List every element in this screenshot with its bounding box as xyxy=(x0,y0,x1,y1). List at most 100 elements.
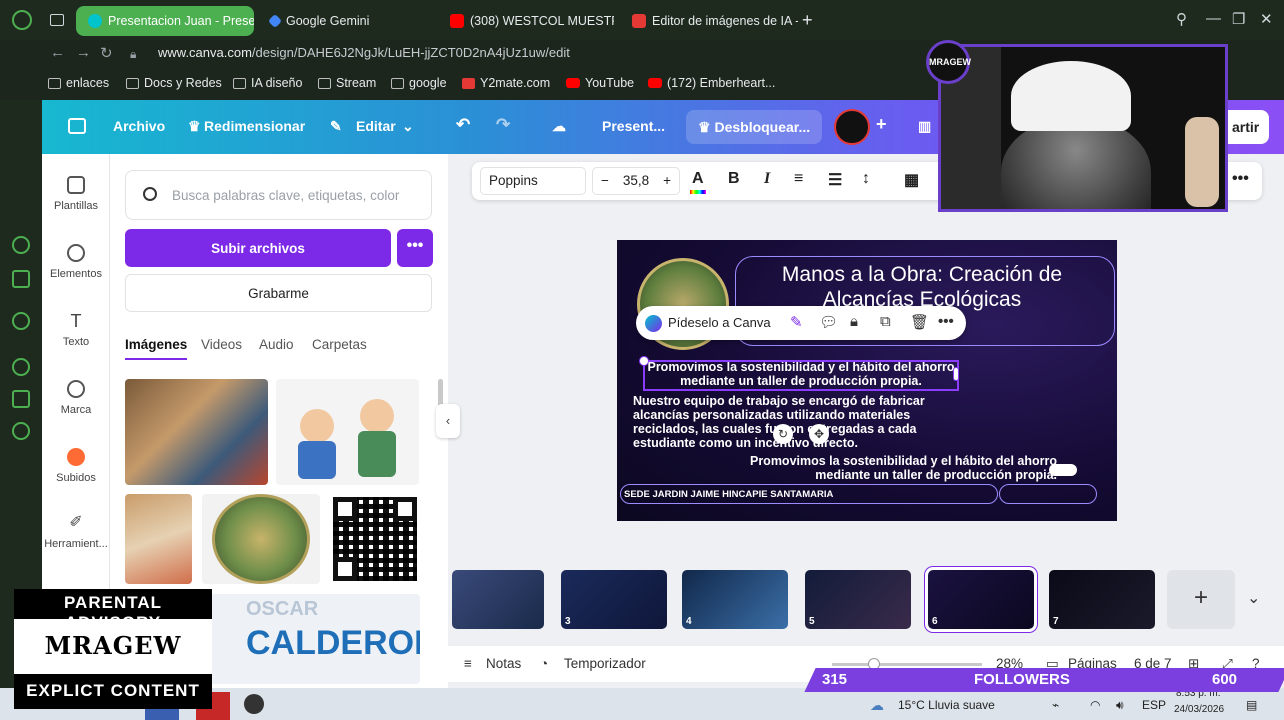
page-thumbnail-5[interactable]: 5 xyxy=(805,570,911,629)
rail-elements[interactable]: Elementos xyxy=(42,244,110,280)
bookmark-ia-diseno[interactable]: IA diseño xyxy=(233,76,302,90)
rail-text[interactable]: T Texto xyxy=(42,312,110,348)
team-avatar[interactable] xyxy=(834,109,870,145)
font-size-increase[interactable]: + xyxy=(663,173,671,188)
wifi-icon[interactable]: ◠ xyxy=(1090,698,1100,712)
present-button[interactable]: Present... xyxy=(602,118,665,134)
add-collaborator-button[interactable]: + xyxy=(876,114,887,135)
move-handle[interactable]: ✥ xyxy=(809,424,829,444)
more-button[interactable]: ••• xyxy=(938,313,954,330)
resize-button[interactable]: Redimensionar xyxy=(204,118,305,134)
page-thumbnail[interactable] xyxy=(452,570,544,629)
notes-button[interactable]: Notas xyxy=(486,656,521,671)
more-options-button[interactable]: ••• xyxy=(1232,170,1249,188)
bookmark-youtube[interactable]: YouTube xyxy=(566,76,634,90)
text-color-button[interactable]: A xyxy=(692,170,704,188)
spacing-icon[interactable]: ↕ xyxy=(862,170,870,188)
font-size-decrease[interactable]: − xyxy=(601,173,609,188)
network-icon[interactable]: ⌁ xyxy=(1052,698,1059,712)
lock-icon[interactable]: 🔒︎ xyxy=(850,313,858,330)
zoom-slider[interactable] xyxy=(832,663,982,666)
upload-more-button[interactable]: ••• xyxy=(397,229,433,267)
upload-files-button[interactable]: Subir archivos xyxy=(125,229,391,267)
timer-button[interactable]: Temporizador xyxy=(564,656,646,671)
puzzle-icon[interactable] xyxy=(12,390,30,408)
page-thumbnail-3[interactable]: 3 xyxy=(561,570,667,629)
italic-button[interactable]: I xyxy=(764,170,770,188)
home-icon[interactable] xyxy=(68,118,86,134)
unlock-pro-button[interactable]: ♛ Desbloquear... xyxy=(686,110,823,144)
footer-text[interactable]: SEDE JARDIN JAIME HINCAPIE SANTAMARIA xyxy=(620,484,998,504)
chevron-down-icon[interactable]: ⌄ xyxy=(1247,588,1260,608)
tab-videos[interactable]: Videos xyxy=(201,337,242,352)
upload-thumb-classroom[interactable] xyxy=(125,379,268,485)
slide-canvas[interactable]: Manos a la Obra: Creación de Alcancías E… xyxy=(617,240,1117,521)
upload-thumb-qr[interactable] xyxy=(330,494,420,584)
volume-icon[interactable]: 🔊︎ xyxy=(1116,698,1124,713)
tab-westcol[interactable]: (308) WESTCOL MUESTR xyxy=(438,6,614,36)
clock-icon[interactable] xyxy=(12,358,30,376)
settings-icon[interactable] xyxy=(12,422,30,440)
upload-thumb-students[interactable] xyxy=(125,494,192,584)
close-icon[interactable]: ✕ xyxy=(1260,10,1273,28)
tab-images[interactable]: Imágenes xyxy=(125,337,188,360)
notifications-icon[interactable]: ▤ xyxy=(1246,698,1257,712)
align-icon[interactable]: ≡ xyxy=(794,170,803,188)
forward-icon[interactable]: → xyxy=(76,44,91,61)
magic-write-icon[interactable]: ✎ xyxy=(790,313,803,331)
page-thumbnail-4[interactable]: 4 xyxy=(682,570,788,629)
workspaces-icon[interactable] xyxy=(50,14,64,26)
tab-editor-ia[interactable]: Editor de imágenes de IA - xyxy=(620,6,798,36)
resize-handle[interactable] xyxy=(953,367,959,381)
reload-icon[interactable]: ↻ xyxy=(100,44,113,62)
taskbar-obs-icon[interactable] xyxy=(244,694,264,714)
bookmark-enlaces[interactable]: enlaces xyxy=(48,76,109,90)
collapse-panel-button[interactable]: ‹ xyxy=(436,404,460,438)
transparency-icon[interactable]: ▦ xyxy=(904,170,919,190)
file-menu[interactable]: Archivo xyxy=(113,118,165,134)
rail-uploads[interactable]: Subidos xyxy=(42,448,110,484)
toggle-element[interactable] xyxy=(1049,464,1077,476)
record-yourself-button[interactable]: Grabarme xyxy=(125,274,432,312)
url-field[interactable]: www.canva.com/design/DAHE6J2NgJk/LuEH-jj… xyxy=(158,45,570,60)
bookmark-stream[interactable]: Stream xyxy=(318,76,376,90)
trash-icon[interactable]: 🗑︎ xyxy=(910,313,929,331)
extensions-icon[interactable] xyxy=(12,270,30,288)
rail-tools[interactable]: ✐ Herramient... xyxy=(42,514,110,550)
list-icon[interactable]: ☰ xyxy=(828,170,842,190)
resize-handle[interactable] xyxy=(639,356,649,366)
slide-title[interactable]: Manos a la Obra: Creación de Alcancías E… xyxy=(737,262,1107,312)
font-size-stepper[interactable]: − 35,8 + xyxy=(592,167,680,195)
language-indicator[interactable]: ESP xyxy=(1142,698,1166,712)
history-icon[interactable] xyxy=(12,236,30,254)
font-size-value[interactable]: 35,8 xyxy=(623,173,649,188)
search-input[interactable]: Busca palabras clave, etiquetas, color xyxy=(125,170,432,220)
bookmark-y2mate[interactable]: Y2mate.com xyxy=(462,76,550,90)
tab-gemini[interactable]: Google Gemini xyxy=(258,6,438,36)
clock-date[interactable]: 24/03/2026 xyxy=(1174,704,1224,715)
page-thumbnail-6[interactable]: 6 xyxy=(925,567,1037,632)
ask-canva-button[interactable]: Pídeselo a Canva xyxy=(668,315,771,330)
rail-templates[interactable]: Plantillas xyxy=(42,176,110,212)
new-tab-button[interactable]: + xyxy=(802,10,813,31)
page-thumbnail-7[interactable]: 7 xyxy=(1049,570,1155,629)
minimize-icon[interactable]: — xyxy=(1206,10,1221,27)
body-text[interactable]: Nuestro equipo de trabajo se encargó de … xyxy=(633,394,953,450)
browser-logo-icon[interactable] xyxy=(12,10,32,30)
bold-button[interactable]: B xyxy=(728,170,740,188)
weather-text[interactable]: 15°C Lluvia suave xyxy=(898,698,995,712)
back-icon[interactable]: ← xyxy=(50,44,65,61)
bookmark-docs-redes[interactable]: Docs y Redes xyxy=(126,76,222,90)
redo-icon[interactable]: ↷ xyxy=(496,115,510,135)
body-text-secondary[interactable]: Promovimos la sostenibilidad y el hábito… xyxy=(737,454,1057,482)
bookmark-google[interactable]: google xyxy=(391,76,447,90)
whatsapp-icon[interactable] xyxy=(12,312,30,330)
font-family-select[interactable]: Poppins xyxy=(480,167,586,195)
rotate-handle[interactable]: ↻ xyxy=(773,424,793,444)
maximize-icon[interactable]: ❐ xyxy=(1232,10,1245,28)
tab-audio[interactable]: Audio xyxy=(259,337,294,352)
tab-canva[interactable]: Presentacion Juan - Prese xyxy=(76,6,254,36)
tab-folders[interactable]: Carpetas xyxy=(312,337,367,352)
add-page-button[interactable]: + xyxy=(1167,570,1235,629)
chevron-down-icon[interactable]: ⌄ xyxy=(402,118,414,135)
